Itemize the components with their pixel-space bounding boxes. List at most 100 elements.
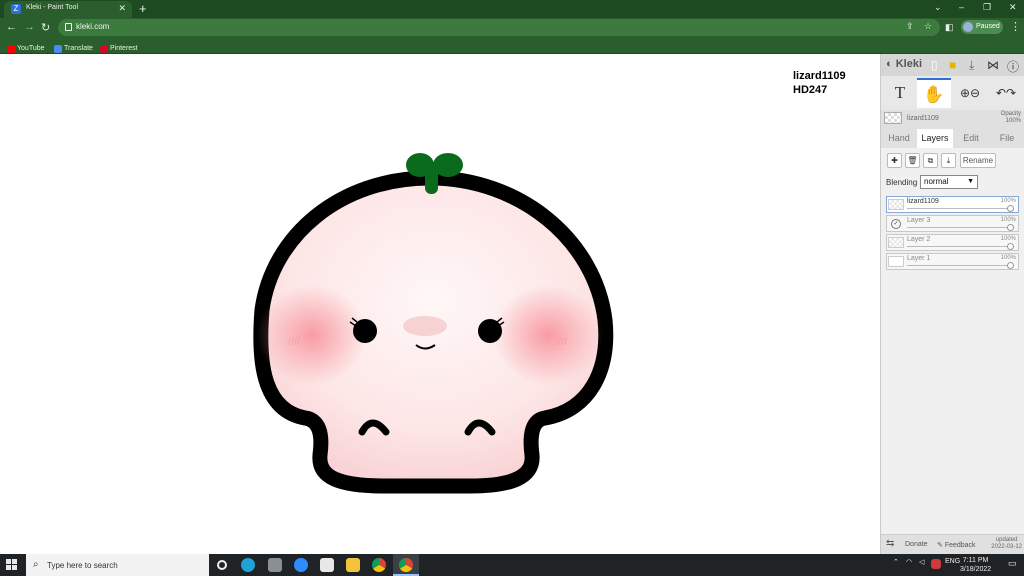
address-bar[interactable]: kleki.com ⇪ ☆ xyxy=(58,19,940,36)
more-menu-icon[interactable]: ⋮ xyxy=(1010,20,1021,33)
right-blush xyxy=(493,285,603,385)
layer-opacity-slider[interactable] xyxy=(907,262,1014,269)
reload-icon[interactable]: ↻ xyxy=(41,21,50,34)
cortana-icon[interactable] xyxy=(217,560,227,570)
help-icon[interactable]: ⓘ xyxy=(1007,58,1019,75)
download-icon[interactable]: ⤓ xyxy=(969,58,974,73)
add-layer-icon[interactable]: ✚ xyxy=(887,153,902,168)
panel-tabs: Hand Layers Edit File xyxy=(881,129,1024,148)
slider-knob[interactable] xyxy=(1007,243,1014,250)
chrome-icon[interactable] xyxy=(372,558,386,572)
hand-tool-icon[interactable]: ✋ xyxy=(917,78,951,108)
taskbar-search[interactable]: ⌕ Type here to search xyxy=(26,554,209,576)
slider-knob[interactable] xyxy=(1007,262,1014,269)
undo-redo-icon[interactable]: ↶↷ xyxy=(989,78,1023,108)
close-window-button[interactable]: ✕ xyxy=(1009,2,1017,13)
rename-button[interactable]: Rename xyxy=(960,153,996,168)
notification-icon[interactable]: ▭ xyxy=(1008,558,1017,569)
swap-side-icon[interactable]: ⇆ xyxy=(886,538,894,549)
new-tab-button[interactable]: + xyxy=(139,1,147,16)
current-layer-thumbnail xyxy=(884,112,902,124)
slider-knob[interactable] xyxy=(1007,224,1014,231)
duplicate-layer-icon[interactable]: ⧉ xyxy=(923,153,938,168)
layer-opacity-slider[interactable] xyxy=(907,205,1014,212)
tab-file[interactable]: File xyxy=(989,129,1024,148)
current-layer-info: lizard1109 Opacity 100% xyxy=(881,110,1024,128)
zoom-app-icon[interactable] xyxy=(294,558,308,572)
drawing-canvas[interactable]: //// //// lizard1109 HD247 xyxy=(0,54,880,554)
feedback-link[interactable]: ✎ Feedback xyxy=(937,541,976,549)
new-image-icon[interactable]: ▯ xyxy=(931,58,938,72)
svg-text:////: //// xyxy=(288,336,301,348)
volume-icon[interactable]: ◁ xyxy=(919,558,924,566)
tab-layers[interactable]: Layers xyxy=(917,129,953,148)
browser-titlebar: Z Kleki - Paint Tool ✕ + ⌄ – ❐ ✕ xyxy=(0,0,1024,18)
chevron-down-icon: ▼ xyxy=(967,178,974,185)
active-chrome-window[interactable] xyxy=(393,554,419,576)
tool-row: T ✋ ⊕⊖ ↶↷ xyxy=(881,76,1024,110)
sprout-leaf-right xyxy=(433,153,463,177)
tab-close-icon[interactable]: ✕ xyxy=(118,3,126,14)
lock-icon[interactable] xyxy=(65,23,72,31)
share-icon[interactable]: ⋈ xyxy=(987,58,999,72)
app-icon[interactable] xyxy=(268,558,282,572)
panel-header: ◐ Kleki ▯ ■ ⤓ ⋈ ⓘ xyxy=(881,54,1024,76)
mushroom-drawing: //// //// xyxy=(253,153,614,494)
tray-chevron-icon[interactable]: ⌃ xyxy=(893,558,899,566)
bookmark-star-icon[interactable]: ☆ xyxy=(924,21,932,32)
chrome-icon xyxy=(399,558,413,572)
kleki-logo: ◐ Kleki xyxy=(886,58,922,70)
back-arrow-icon[interactable]: ← xyxy=(6,21,17,33)
layer-opacity-slider[interactable] xyxy=(907,243,1014,250)
visibility-check-icon[interactable]: ✓ xyxy=(891,219,901,229)
donate-link[interactable]: Donate xyxy=(905,541,928,548)
system-clock[interactable]: 7:11 PM 3/18/2022 xyxy=(960,556,991,574)
layer-row[interactable]: ✓ Layer 3 100% xyxy=(886,215,1019,232)
layer-row[interactable]: Layer 1 100% xyxy=(886,253,1019,270)
profile-status: Paused xyxy=(976,23,1000,30)
kleki-favicon-icon: Z xyxy=(11,4,21,14)
layer-thumbnail xyxy=(888,199,904,210)
forward-arrow-icon[interactable]: → xyxy=(24,21,35,33)
windows-start-icon[interactable] xyxy=(6,559,18,571)
delete-layer-icon[interactable]: 🗑 xyxy=(905,153,920,168)
blending-select[interactable]: normal ▼ xyxy=(920,175,978,189)
tab-hand[interactable]: Hand xyxy=(881,129,917,148)
signature-text: lizard1109 HD247 xyxy=(793,70,846,96)
zoom-icon[interactable]: ⊕⊖ xyxy=(953,78,987,108)
layer-row[interactable]: Layer 2 100% xyxy=(886,234,1019,251)
kleki-sidebar: ◐ Kleki ▯ ■ ⤓ ⋈ ⓘ T ✋ ⊕⊖ ↶↷ lizard1109 O… xyxy=(880,54,1024,554)
bookmark-youtube[interactable]: YouTube xyxy=(7,40,45,53)
notes-app-icon[interactable] xyxy=(320,558,334,572)
bookmark-pinterest[interactable]: Pinterest xyxy=(100,40,138,53)
slider-knob[interactable] xyxy=(1007,205,1014,212)
tab-edit[interactable]: Edit xyxy=(953,129,989,148)
file-explorer-icon[interactable] xyxy=(346,558,360,572)
layer-row[interactable]: lizard1109 100% xyxy=(886,196,1019,213)
windows-taskbar: ⌕ Type here to search ⌃ ◠ ◁ ENG 7:11 PM … xyxy=(0,554,1024,576)
restore-button[interactable]: ❐ xyxy=(983,2,991,13)
minimize-button[interactable]: – xyxy=(959,2,964,12)
right-eye xyxy=(478,319,502,343)
wifi-icon[interactable]: ◠ xyxy=(906,558,912,566)
layer-opacity-slider[interactable] xyxy=(907,224,1014,231)
text-tool-icon[interactable]: T xyxy=(883,78,917,108)
translate-icon xyxy=(54,44,62,53)
browser-tab[interactable]: Z Kleki - Paint Tool ✕ xyxy=(4,1,132,18)
tab-search-icon[interactable]: ⌄ xyxy=(934,2,942,13)
youtube-icon xyxy=(7,44,15,53)
url-text: kleki.com xyxy=(76,22,110,31)
profile-button[interactable]: Paused xyxy=(961,20,1003,34)
share-icon[interactable]: ⇪ xyxy=(906,21,914,32)
sidepanel-icon[interactable]: ◧ xyxy=(945,22,954,33)
merge-layer-icon[interactable]: ⤓ xyxy=(941,153,956,168)
edge-icon[interactable] xyxy=(241,558,255,572)
save-icon[interactable]: ■ xyxy=(949,58,956,72)
antivirus-icon[interactable] xyxy=(931,559,941,569)
layer-thumbnail xyxy=(888,237,904,248)
bookmark-translate[interactable]: Translate xyxy=(54,40,93,53)
tab-title: Kleki - Paint Tool xyxy=(26,4,79,11)
language-indicator[interactable]: ENG xyxy=(945,558,960,565)
sprout-leaf-left xyxy=(406,153,434,177)
search-icon: ⌕ xyxy=(33,559,39,570)
